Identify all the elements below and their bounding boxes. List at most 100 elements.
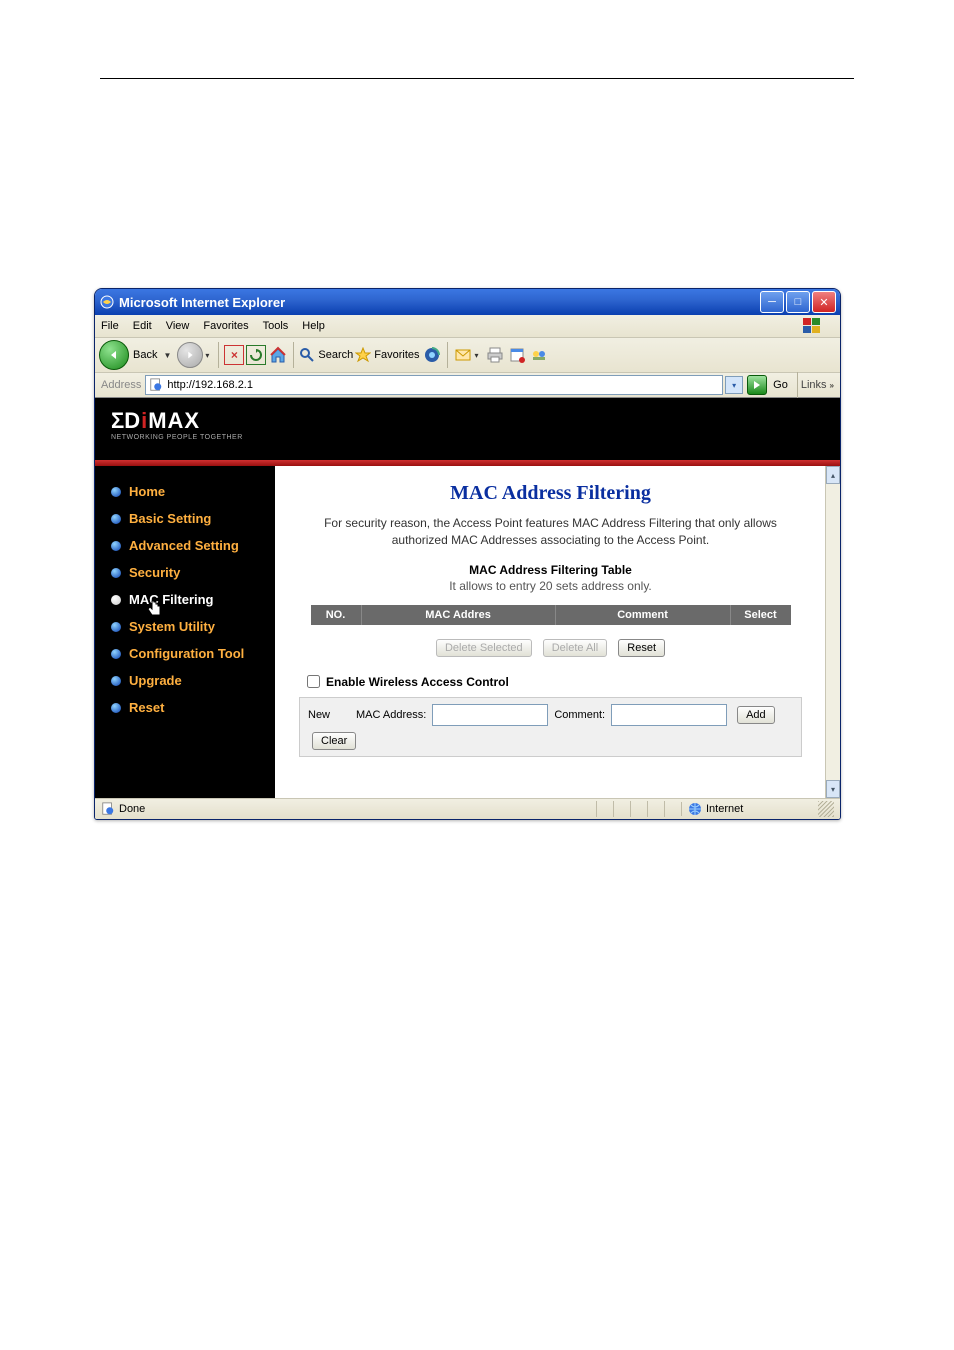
windows-flag-icon xyxy=(802,317,822,335)
home-button[interactable] xyxy=(268,345,288,365)
sidebar: Home Basic Setting Advanced Setting Secu… xyxy=(95,466,275,798)
status-zone: Internet xyxy=(681,802,818,816)
menu-tools[interactable]: Tools xyxy=(263,320,289,332)
delete-all-button[interactable]: Delete All xyxy=(543,639,607,657)
sidebar-item-mac-filtering[interactable]: MAC Filtering xyxy=(95,586,275,613)
brand-tagline: NETWORKING PEOPLE TOGETHER xyxy=(95,434,840,441)
titlebar: Microsoft Internet Explorer ─ □ ✕ xyxy=(95,289,840,315)
search-button[interactable]: Search xyxy=(299,347,353,363)
resize-grip[interactable] xyxy=(818,801,834,817)
cursor-hand-icon xyxy=(147,600,163,621)
status-cells xyxy=(596,801,681,817)
scroll-up-button[interactable]: ▴ xyxy=(826,466,840,484)
col-select: Select xyxy=(731,605,791,625)
browser-window: Microsoft Internet Explorer ─ □ ✕ File E… xyxy=(94,288,841,820)
status-done: Done xyxy=(119,803,145,815)
media-button[interactable] xyxy=(422,345,442,365)
addressbar: Address http://192.168.2.1 ▾ Go Links » xyxy=(95,373,840,398)
col-no: NO. xyxy=(311,605,362,625)
links-chevron-icon[interactable]: » xyxy=(830,381,834,390)
bullet-icon xyxy=(111,595,121,605)
menu-help[interactable]: Help xyxy=(302,320,325,332)
mail-dropdown[interactable]: ▾ xyxy=(475,351,479,360)
back-label[interactable]: Back xyxy=(133,349,157,361)
menu-file[interactable]: File xyxy=(101,320,119,332)
address-url: http://192.168.2.1 xyxy=(167,379,719,391)
mac-table: NO. MAC Addres Comment Select xyxy=(311,605,791,625)
table-title: MAC Address Filtering Table xyxy=(299,563,802,577)
ie-icon xyxy=(99,294,115,310)
table-header: NO. MAC Addres Comment Select xyxy=(311,605,791,625)
new-entry-row: New MAC Address: Comment: Add Clear xyxy=(299,697,802,757)
window-title: Microsoft Internet Explorer xyxy=(119,295,760,310)
comment-input[interactable] xyxy=(611,704,727,726)
back-button[interactable] xyxy=(99,340,129,370)
mac-address-input[interactable] xyxy=(432,704,548,726)
enable-access-control-checkbox[interactable] xyxy=(307,675,320,688)
mac-address-label: MAC Address: xyxy=(356,709,426,721)
internet-zone-icon xyxy=(688,802,702,816)
go-label: Go xyxy=(773,379,788,391)
maximize-button[interactable]: □ xyxy=(786,291,810,313)
page-description: For security reason, the Access Point fe… xyxy=(299,515,802,549)
bullet-icon xyxy=(111,541,121,551)
bullet-icon xyxy=(111,622,121,632)
bullet-icon xyxy=(111,487,121,497)
close-button[interactable]: ✕ xyxy=(812,291,836,313)
scroll-down-button[interactable]: ▾ xyxy=(826,780,840,798)
brand-bar: ΣDiMAX NETWORKING PEOPLE TOGETHER xyxy=(95,398,840,460)
col-mac-address: MAC Addres xyxy=(362,605,556,625)
done-icon xyxy=(101,802,115,816)
menu-edit[interactable]: Edit xyxy=(133,320,152,332)
col-comment: Comment xyxy=(556,605,731,625)
menu-view[interactable]: View xyxy=(166,320,190,332)
refresh-button[interactable] xyxy=(246,345,266,365)
menubar: File Edit View Favorites Tools Help xyxy=(95,315,840,338)
sidebar-item-system-utility[interactable]: System Utility xyxy=(95,613,275,640)
new-label: New xyxy=(308,709,330,721)
bullet-icon xyxy=(111,676,121,686)
sidebar-item-security[interactable]: Security xyxy=(95,559,275,586)
forward-button[interactable] xyxy=(177,342,203,368)
edit-button[interactable] xyxy=(507,345,527,365)
sidebar-item-basic-setting[interactable]: Basic Setting xyxy=(95,505,275,532)
page-icon xyxy=(149,378,163,392)
toolbar: Back ▼ ▾ × Search Favorites xyxy=(95,338,840,373)
mail-button[interactable] xyxy=(453,345,473,365)
go-button[interactable] xyxy=(747,375,767,395)
address-field[interactable]: http://192.168.2.1 xyxy=(145,375,723,395)
main-pane: MAC Address Filtering For security reaso… xyxy=(275,466,826,798)
minimize-button[interactable]: ─ xyxy=(760,291,784,313)
enable-label: Enable Wireless Access Control xyxy=(326,675,509,689)
content-area: ΣDiMAX NETWORKING PEOPLE TOGETHER Home B… xyxy=(95,398,840,798)
page-heading: MAC Address Filtering xyxy=(299,482,802,505)
forward-dropdown[interactable]: ▾ xyxy=(205,351,209,360)
back-dropdown[interactable]: ▼ xyxy=(163,351,171,360)
sidebar-item-configuration-tool[interactable]: Configuration Tool xyxy=(95,640,275,667)
menu-favorites[interactable]: Favorites xyxy=(203,320,248,332)
sidebar-item-home[interactable]: Home xyxy=(95,478,275,505)
enable-control-row: Enable Wireless Access Control xyxy=(307,675,802,689)
favorites-button[interactable]: Favorites xyxy=(355,347,419,363)
vertical-scrollbar[interactable]: ▴ ▾ xyxy=(825,466,840,798)
sidebar-item-advanced-setting[interactable]: Advanced Setting xyxy=(95,532,275,559)
clear-button[interactable]: Clear xyxy=(312,732,356,750)
sidebar-item-upgrade[interactable]: Upgrade xyxy=(95,667,275,694)
statusbar: Done Internet xyxy=(95,798,840,819)
stop-button[interactable]: × xyxy=(224,345,244,365)
links-label[interactable]: Links xyxy=(801,379,827,391)
delete-selected-button[interactable]: Delete Selected xyxy=(436,639,532,657)
discuss-button[interactable] xyxy=(529,345,549,365)
reset-button[interactable]: Reset xyxy=(618,639,665,657)
limit-note: It allows to entry 20 sets address only. xyxy=(299,579,802,593)
bullet-icon xyxy=(111,649,121,659)
sidebar-item-reset[interactable]: Reset xyxy=(95,694,275,721)
bullet-icon xyxy=(111,703,121,713)
bullet-icon xyxy=(111,514,121,524)
brand-logo: ΣDiMAX xyxy=(95,398,840,434)
add-button[interactable]: Add xyxy=(737,706,775,724)
print-button[interactable] xyxy=(485,345,505,365)
comment-label: Comment: xyxy=(554,709,605,721)
bullet-icon xyxy=(111,568,121,578)
address-dropdown[interactable]: ▾ xyxy=(725,376,743,394)
